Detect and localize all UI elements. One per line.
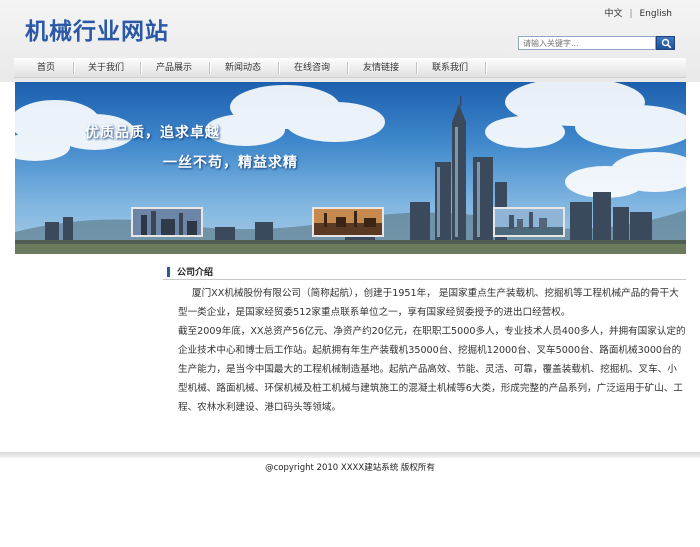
intro-paragraph-1: 厦门XX机械股份有限公司（简称起航），创建于1951年， 是国家重点生产装载机、… [178, 288, 679, 318]
search-input[interactable] [518, 36, 656, 50]
city-view-image [495, 209, 563, 235]
lang-chinese-link[interactable]: 中文 [604, 9, 622, 19]
lang-english-link[interactable]: English [640, 9, 673, 19]
nav-item-contact[interactable]: 联系我们 [417, 58, 483, 78]
company-intro-header: 公司介绍 [163, 264, 686, 280]
sunset-refinery-image [314, 209, 382, 235]
main-nav: 首页 关于我们 产品展示 新闻动态 在线咨询 友情链接 联系我们 [14, 58, 686, 78]
search-icon [661, 38, 672, 49]
footer-band [0, 452, 700, 458]
factory-thumbnail-image [133, 209, 201, 235]
banner-slogan-1: 优质品质，追求卓越 [85, 125, 220, 141]
page: 机械行业网站 中文 | English 首页 关于我们 产品展示 新闻动态 在线咨询… [0, 0, 700, 547]
hero-banner: 优质品质，追求卓越 一丝不苟，精益求精 [15, 82, 686, 254]
banner-thumbnail-city[interactable] [493, 207, 565, 237]
site-title[interactable]: 机械行业网站 [25, 12, 169, 46]
footer-copyright: @copyright 2010 XXXX建站系统 版权所有 [265, 463, 435, 473]
nav-item-home[interactable]: 首页 [20, 58, 72, 78]
banner-thumbnail-refinery[interactable] [312, 207, 384, 237]
nav-item-news[interactable]: 新闻动态 [210, 58, 276, 78]
banner-thumbnail-industrial[interactable] [131, 207, 203, 237]
company-intro-text: 厦门XX机械股份有限公司（简称起航），创建于1951年， 是国家重点生产装载机、… [178, 284, 686, 417]
language-switcher: 中文 | English [604, 6, 672, 19]
nav-divider [485, 62, 486, 74]
nav-item-products[interactable]: 产品展示 [141, 58, 207, 78]
section-marker [167, 267, 170, 277]
search-box [518, 36, 675, 50]
section-title: 公司介绍 [177, 268, 214, 278]
nav-item-about[interactable]: 关于我们 [74, 58, 138, 78]
banner-slogan-2: 一丝不苟，精益求精 [163, 155, 298, 171]
lang-separator: | [629, 9, 633, 19]
nav-item-consult[interactable]: 在线咨询 [279, 58, 345, 78]
intro-paragraph-2: 截至2009年底，XX总资产56亿元、净资产约20亿元，在职职工5000多人，专… [178, 326, 686, 413]
nav-item-links[interactable]: 友情链接 [348, 58, 414, 78]
search-button[interactable] [656, 36, 675, 50]
